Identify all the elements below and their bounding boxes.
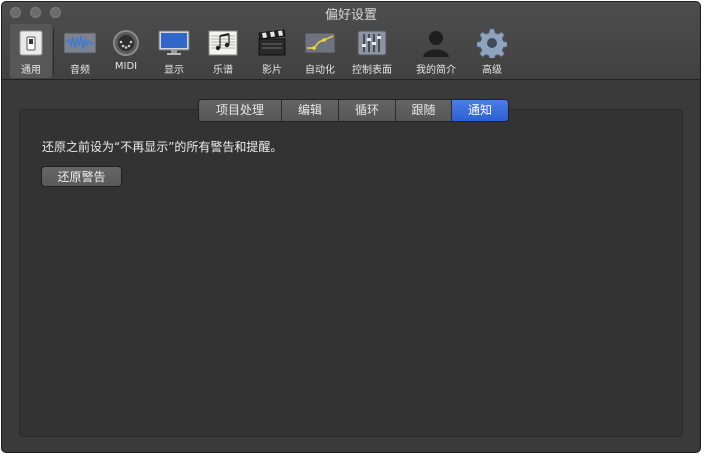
tab-notifications[interactable]: 通知 bbox=[452, 100, 508, 121]
toolbar-label-audio: 音频 bbox=[70, 65, 90, 76]
audio-waveform-icon bbox=[63, 28, 97, 58]
toolbar-item-score[interactable]: 乐谱 bbox=[203, 24, 243, 78]
toolbar-label-advanced: 高级 bbox=[482, 65, 502, 76]
toolbar-label-display: 显示 bbox=[164, 65, 184, 76]
toolbar-item-advanced[interactable]: 高级 bbox=[472, 24, 512, 78]
toolbar-label-general: 通用 bbox=[21, 65, 41, 76]
movie-clapper-icon bbox=[255, 28, 289, 58]
general-switch-icon bbox=[14, 28, 48, 58]
toolbar-label-automation: 自动化 bbox=[305, 65, 335, 76]
titlebar: 偏好设置 通用 音频 MIDI 显示 乐谱 影片 自动化 控制表面 我的简介 高… bbox=[2, 2, 700, 80]
advanced-gear-icon bbox=[475, 28, 509, 58]
tab-project-handling[interactable]: 项目处理 bbox=[199, 100, 282, 121]
tab-cycle[interactable]: 循环 bbox=[339, 100, 396, 121]
preferences-tab-bar: 项目处理 编辑 循环 跟随 通知 bbox=[198, 99, 509, 122]
toolbar-label-movie: 影片 bbox=[262, 65, 282, 76]
toolbar-item-control-surfaces[interactable]: 控制表面 bbox=[348, 24, 396, 78]
reset-warnings-description: 还原之前设为“不再显示”的所有警告和提醒。 bbox=[42, 140, 283, 154]
control-surface-faders-icon bbox=[355, 28, 389, 58]
toolbar-item-movie[interactable]: 影片 bbox=[252, 24, 292, 78]
toolbar-divider bbox=[53, 28, 54, 76]
toolbar-item-automation[interactable]: 自动化 bbox=[299, 24, 341, 78]
preferences-toolbar: 通用 音频 MIDI 显示 乐谱 影片 自动化 控制表面 我的简介 高级 bbox=[2, 24, 700, 78]
toolbar-label-midi: MIDI bbox=[114, 61, 138, 72]
preferences-window: 偏好设置 通用 音频 MIDI 显示 乐谱 影片 自动化 控制表面 我的简介 高… bbox=[1, 1, 701, 453]
toolbar-label-my-info: 我的简介 bbox=[416, 65, 456, 76]
user-profile-icon bbox=[419, 28, 453, 58]
toolbar-item-midi[interactable]: MIDI bbox=[106, 24, 146, 78]
tab-editing[interactable]: 编辑 bbox=[282, 100, 339, 121]
automation-curve-icon bbox=[303, 28, 337, 58]
tab-catch[interactable]: 跟随 bbox=[396, 100, 452, 121]
score-notes-icon bbox=[206, 28, 240, 58]
toolbar-item-audio[interactable]: 音频 bbox=[60, 24, 100, 78]
window-title: 偏好设置 bbox=[324, 8, 377, 23]
toolbar-label-control-surfaces: 控制表面 bbox=[352, 65, 392, 76]
display-monitor-icon bbox=[157, 28, 191, 58]
midi-connector-icon bbox=[109, 28, 143, 58]
reset-warnings-button[interactable]: 还原警告 bbox=[41, 166, 122, 187]
toolbar-item-my-info[interactable]: 我的简介 bbox=[412, 24, 460, 78]
toolbar-label-score: 乐谱 bbox=[213, 65, 233, 76]
toolbar-item-display[interactable]: 显示 bbox=[154, 24, 194, 78]
notifications-panel bbox=[19, 109, 683, 437]
toolbar-item-general[interactable]: 通用 bbox=[10, 24, 52, 78]
